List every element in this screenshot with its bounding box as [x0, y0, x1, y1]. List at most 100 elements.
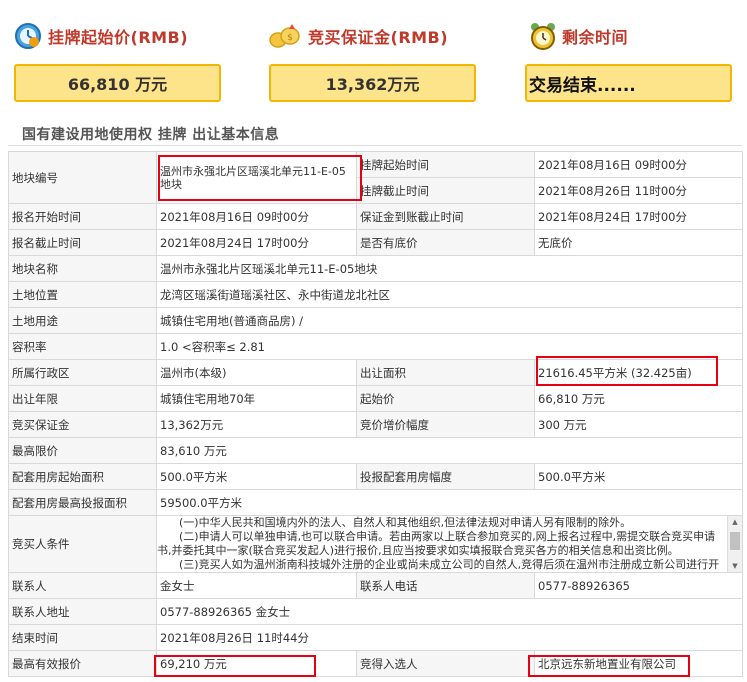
time-label: 剩余时间 [562, 28, 629, 47]
name-label: 地块名称 [8, 255, 157, 282]
conditions-paragraph: (二)申请人可以单独申请,也可以联合申请。若由两家以上联合参加竞买的,网上报名过… [157, 530, 716, 557]
conditions-cell: (一)中华人民共和国境内外的法人、自然人和其他组织,但法律法规对申请人另有限制的… [156, 515, 743, 573]
start-price-label: 挂牌起始价(RMB) [48, 28, 189, 47]
listing-start-value: 2021年08月16日 09时00分 [534, 151, 743, 178]
table-row: 报名截止时间 2021年08月24日 17时00分 是否有底价 无底价 [8, 229, 743, 256]
conditions-scroll-area[interactable]: (一)中华人民共和国境内外的法人、自然人和其他组织,但法律法规对申请人另有限制的… [157, 516, 742, 572]
location-value: 龙湾区瑶溪街道瑶溪社区、永中街道龙北社区 [156, 281, 743, 308]
table-row: 竞买保证金 13,362万元 竞价增价幅度 300 万元 [8, 411, 743, 438]
bid-deposit-value: 13,362万元 [156, 411, 357, 438]
housing-inc-value: 500.0平方米 [534, 463, 743, 490]
cap-label: 最高限价 [8, 437, 157, 464]
increment-label: 竞价增价幅度 [356, 411, 535, 438]
table-row: 结束时间 2021年08月26日 11时44分 [8, 624, 743, 651]
deposit-label: 竞买保证金(RMB) [308, 28, 449, 47]
listing-start-label: 挂牌起始时间 [356, 151, 535, 178]
district-label: 所属行政区 [8, 359, 157, 386]
reserve-value: 无底价 [534, 229, 743, 256]
housing-inc-label: 投报配套用房幅度 [356, 463, 535, 490]
location-label: 土地位置 [8, 281, 157, 308]
reg-end-value: 2021年08月24日 17时00分 [156, 229, 357, 256]
vertical-scrollbar[interactable]: ▲ ▼ [727, 516, 742, 572]
contact-label: 联系人 [8, 572, 157, 599]
winner-label: 竞得入选人 [356, 650, 535, 677]
conditions-paragraph: (一)中华人民共和国境内外的法人、自然人和其他组织,但法律法规对申请人另有限制的… [179, 516, 632, 530]
far-value: 1.0 <容积率≤ 2.81 [156, 333, 743, 360]
table-row: 容积率 1.0 <容积率≤ 2.81 [8, 333, 743, 360]
deposit-box: 13,362万元 [269, 64, 476, 102]
start-price-row-label: 起始价 [356, 385, 535, 412]
deposit-deadline-label: 保证金到账截止时间 [356, 203, 535, 230]
table-row: 报名开始时间 2021年08月16日 09时00分 保证金到账截止时间 2021… [8, 203, 743, 230]
table-row: 最高限价 83,610 万元 [8, 437, 743, 464]
far-label: 容积率 [8, 333, 157, 360]
housing-start-value: 500.0平方米 [156, 463, 357, 490]
address-value: 0577-88926365 金女士 [156, 598, 743, 625]
price-header: 挂牌起始价(RMB) $ 竞买保证金(RMB) 剩余时间 66,810 万元 1… [0, 0, 747, 120]
table-row: 土地用途 城镇住宅用地(普通商品房) / [8, 307, 743, 334]
table-row: 地块编号 温州市永强北片区瑶溪北单元11-E-05地块 挂牌起始时间 2021年… [8, 151, 743, 204]
clock-icon [15, 23, 41, 49]
use-value: 城镇住宅用地(普通商品房) / [156, 307, 743, 334]
reg-start-value: 2021年08月16日 09时00分 [156, 203, 357, 230]
alarm-clock-icon [531, 23, 555, 50]
scrollbar-thumb[interactable] [730, 532, 740, 550]
table-row: 联系人 金女士 联系人电话 0577-88926365 [8, 572, 743, 599]
parcel-no-label: 地块编号 [8, 151, 157, 204]
phone-value: 0577-88926365 [534, 572, 743, 599]
housing-max-label: 配套用房最高投报面积 [8, 489, 157, 516]
contact-value: 金女士 [156, 572, 357, 599]
use-label: 土地用途 [8, 307, 157, 334]
scroll-up-icon[interactable]: ▲ [728, 517, 742, 529]
start-price-box: 66,810 万元 [14, 64, 221, 102]
top-bid-value: 69,210 万元 [156, 650, 357, 677]
cap-value: 83,610 万元 [156, 437, 743, 464]
scroll-down-icon[interactable]: ▼ [728, 560, 742, 572]
name-value: 温州市永强北片区瑶溪北单元11-E-05地块 [156, 255, 743, 282]
table-row: 配套用房起始面积 500.0平方米 投报配套用房幅度 500.0平方米 [8, 463, 743, 490]
table-row: 所属行政区 温州市(本级) 出让面积 21616.45平方米 (32.425亩) [8, 359, 743, 386]
listing-end-label: 挂牌截止时间 [356, 177, 535, 204]
start-price-header: 挂牌起始价(RMB) [14, 22, 188, 50]
bid-deposit-label: 竞买保证金 [8, 411, 157, 438]
info-table: 地块编号 温州市永强北片区瑶溪北单元11-E-05地块 挂牌起始时间 2021年… [8, 151, 743, 677]
table-row: 竞买人条件 (一)中华人民共和国境内外的法人、自然人和其他组织,但法律法规对申请… [8, 515, 743, 573]
district-value: 温州市(本级) [156, 359, 357, 386]
svg-text:$: $ [287, 33, 293, 43]
deposit-deadline-value: 2021年08月24日 17时00分 [534, 203, 743, 230]
start-price-row-value: 66,810 万元 [534, 385, 743, 412]
housing-start-label: 配套用房起始面积 [8, 463, 157, 490]
listing-end-value: 2021年08月26日 11时00分 [534, 177, 743, 204]
coins-icon: $ [269, 24, 300, 48]
reserve-label: 是否有底价 [356, 229, 535, 256]
table-row: 出让年限 城镇住宅用地70年 起始价 66,810 万元 [8, 385, 743, 412]
term-value: 城镇住宅用地70年 [156, 385, 357, 412]
winner-value: 北京远东新地置业有限公司 [534, 650, 743, 677]
end-time-label: 结束时间 [8, 624, 157, 651]
end-time-value: 2021年08月26日 11时44分 [156, 624, 743, 651]
area-value: 21616.45平方米 (32.425亩) [534, 359, 743, 386]
term-label: 出让年限 [8, 385, 157, 412]
table-row: 最高有效报价 69,210 万元 竞得入选人 北京远东新地置业有限公司 [8, 650, 743, 677]
time-box: 交易结束...... [525, 64, 732, 102]
table-row: 配套用房最高投报面积 59500.0平方米 [8, 489, 743, 516]
reg-end-label: 报名截止时间 [8, 229, 157, 256]
reg-start-label: 报名开始时间 [8, 203, 157, 230]
conditions-text: (一)中华人民共和国境内外的法人、自然人和其他组织,但法律法规对申请人另有限制的… [157, 516, 742, 572]
top-bid-label: 最高有效报价 [8, 650, 157, 677]
phone-label: 联系人电话 [356, 572, 535, 599]
table-row: 地块名称 温州市永强北片区瑶溪北单元11-E-05地块 [8, 255, 743, 282]
housing-max-value: 59500.0平方米 [156, 489, 743, 516]
time-header: 剩余时间 [530, 22, 628, 50]
parcel-no-value: 温州市永强北片区瑶溪北单元11-E-05地块 [156, 151, 357, 204]
increment-value: 300 万元 [534, 411, 743, 438]
section-title: 国有建设用地使用权 挂牌 出让基本信息 [22, 127, 280, 143]
table-row: 联系人地址 0577-88926365 金女士 [8, 598, 743, 625]
table-row: 土地位置 龙湾区瑶溪街道瑶溪社区、永中街道龙北社区 [8, 281, 743, 308]
conditions-paragraph: (三)竞买人如为温州浙南科技城外注册的企业或尚未成立公司的自然人,竞得后须在温州… [179, 558, 720, 571]
divider [8, 145, 742, 146]
area-label: 出让面积 [356, 359, 535, 386]
conditions-label: 竞买人条件 [8, 515, 157, 573]
deposit-header: $ 竞买保证金(RMB) [268, 22, 448, 50]
address-label: 联系人地址 [8, 598, 157, 625]
